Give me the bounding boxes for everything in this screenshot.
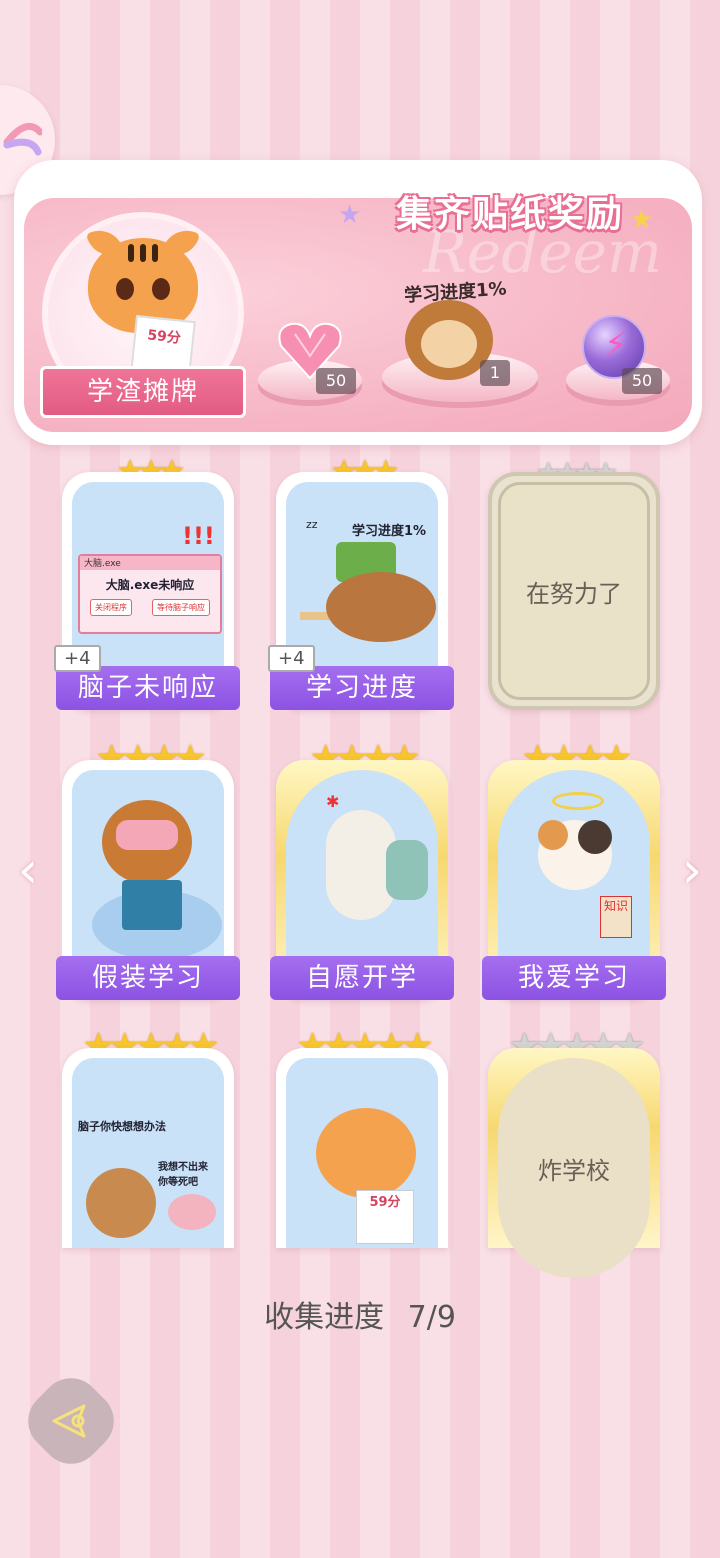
sticker-label: 我爱学习 — [482, 956, 666, 1000]
sticker-label: 假装学习 — [56, 956, 240, 1000]
app-window-icon: 大脑.exe 大脑.exe未响应 关闭程序 等待脑子响应 — [78, 554, 222, 634]
sticker-label: 学习进度 — [270, 666, 454, 710]
sticker-card[interactable]: ★★★★ ✱ 自愿开学 — [270, 738, 454, 1000]
sticker-label: 自愿开学 — [270, 956, 454, 1000]
halo-icon — [552, 792, 604, 810]
star-icon: ★ — [630, 205, 654, 235]
collect-value: 7/9 — [407, 1300, 456, 1335]
fan-icon — [3, 122, 42, 156]
score-paper: 59分 — [356, 1190, 414, 1244]
sticker-card[interactable]: ★★★★ 知识 我爱学习 — [482, 738, 666, 1000]
next-page-arrow[interactable]: › — [672, 840, 712, 900]
back-arrow-icon — [52, 1404, 86, 1438]
bonus-badge: +4 — [54, 645, 101, 672]
book-icon: 知识 — [600, 896, 632, 938]
prev-page-arrow[interactable]: ‹ — [8, 840, 48, 900]
caption-text: 脑子你快想想办法 — [78, 1120, 166, 1133]
collect-label: 收集进度 — [264, 1300, 385, 1335]
item-count: 50 — [316, 368, 356, 394]
back-button[interactable] — [15, 1365, 127, 1477]
sticker-card-locked[interactable]: ★★★★★ 炸学校 — [488, 1026, 660, 1278]
item-count: 1 — [480, 360, 510, 386]
collect-progress: 收集进度 7/9 — [0, 1292, 720, 1336]
locked-label: 在努力了 — [498, 482, 650, 700]
sticker-card-locked[interactable]: ★★★★ 在努力了 — [488, 456, 660, 710]
locked-label: 炸学校 — [498, 1058, 650, 1278]
brain-icon — [168, 1194, 216, 1230]
book-icon — [122, 880, 182, 930]
sticker-card[interactable]: ★★★★★ 59分 — [276, 1026, 448, 1248]
tiger-icon — [316, 1108, 416, 1198]
sticker-card[interactable]: ★★★★ 假装学习 — [56, 738, 240, 1000]
reward-title: 集齐贴纸奖励 — [395, 194, 624, 235]
sloth-icon — [326, 572, 436, 642]
star-icon: ★ — [338, 200, 362, 230]
sticker-label: 脑子未响应 — [56, 666, 240, 710]
sleep-mask-icon — [116, 820, 178, 850]
caption-text: 学习进度1% — [352, 524, 427, 539]
sticker-card[interactable]: ★★★ !!! 大脑.exe 大脑.exe未响应 关闭程序等待脑子响应 脑子未响… — [54, 454, 240, 710]
caption-text: 我想不出来 你等死吧 — [158, 1162, 208, 1188]
backpack-icon — [386, 840, 428, 900]
featured-sticker-name: 学渣摊牌 — [40, 366, 246, 418]
sticker-card[interactable]: ★★★ 学习进度1% zz 学习进度 +4 — [268, 454, 454, 710]
exclaim-text: !!! — [182, 522, 215, 550]
bear-icon — [86, 1168, 156, 1238]
item-count: 50 — [622, 368, 662, 394]
sticker-card[interactable]: ★★★★★ 脑子你快想想办法 我想不出来 你等死吧 — [62, 1026, 234, 1248]
anger-icon: ✱ — [326, 792, 340, 811]
bonus-badge: +4 — [268, 645, 315, 672]
